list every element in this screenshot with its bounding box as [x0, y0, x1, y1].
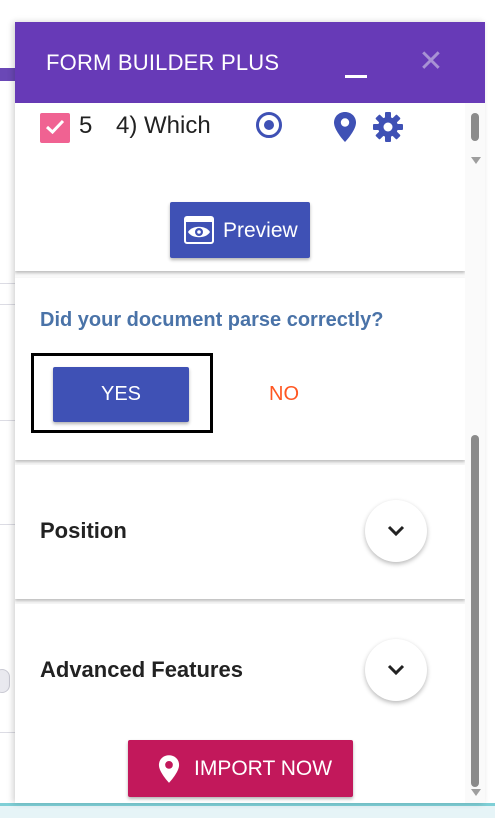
advanced-expand-button[interactable]: [365, 639, 427, 701]
background-divider: [0, 304, 15, 305]
background-divider: [0, 420, 15, 421]
eye-icon: [184, 216, 214, 244]
panel-scroll-down[interactable]: [471, 789, 481, 796]
panel-scrollbar[interactable]: [465, 103, 485, 803]
yes-button[interactable]: YES: [53, 367, 189, 422]
import-now-button[interactable]: IMPORT NOW: [128, 740, 353, 797]
position-expand-button[interactable]: [365, 500, 427, 562]
preview-button[interactable]: Preview: [170, 202, 310, 258]
background-divider: [0, 732, 15, 733]
background-toolbar: [0, 68, 16, 81]
panel-scroll-thumb[interactable]: [471, 435, 479, 787]
gear-icon[interactable]: [372, 111, 404, 143]
checkbox-checked-icon[interactable]: [40, 113, 70, 143]
parse-question: Did your document parse correctly?: [40, 309, 384, 331]
question-list-scroll-thumb[interactable]: [471, 113, 479, 141]
app-title: FORM BUILDER PLUS: [46, 50, 280, 75]
position-section: Position: [15, 465, 465, 599]
chevron-down-icon: [387, 525, 405, 537]
parse-check-card: Did your document parse correctly? YES N…: [15, 278, 465, 460]
background-toggle: [0, 669, 10, 693]
radio-button-icon[interactable]: [256, 112, 282, 138]
advanced-features-title: Advanced Features: [40, 657, 243, 682]
question-card: 5 4) Which Preview: [15, 103, 465, 271]
background-page: [0, 0, 15, 818]
background-divider: [0, 283, 15, 284]
location-pin-icon[interactable]: [333, 111, 357, 143]
no-button[interactable]: NO: [247, 367, 321, 422]
question-number: 5: [79, 112, 93, 139]
import-now-label: IMPORT NOW: [194, 757, 333, 780]
minimize-icon[interactable]: [345, 54, 369, 78]
question-text: 4) Which: [116, 112, 211, 139]
position-title: Position: [40, 518, 127, 543]
panel-header: FORM BUILDER PLUS ✕: [15, 22, 485, 103]
close-icon[interactable]: ✕: [417, 47, 445, 77]
background-divider: [0, 524, 15, 525]
location-pin-icon: [158, 755, 180, 783]
chevron-down-icon: [387, 664, 405, 676]
panel-content: 5 4) Which Preview Did your document par…: [15, 103, 465, 803]
background-footer-line: [0, 803, 495, 806]
form-builder-panel: FORM BUILDER PLUS ✕ 5 4) Which Preview D…: [15, 22, 485, 803]
question-list-scroll-down[interactable]: [471, 157, 481, 164]
preview-label: Preview: [223, 219, 298, 242]
